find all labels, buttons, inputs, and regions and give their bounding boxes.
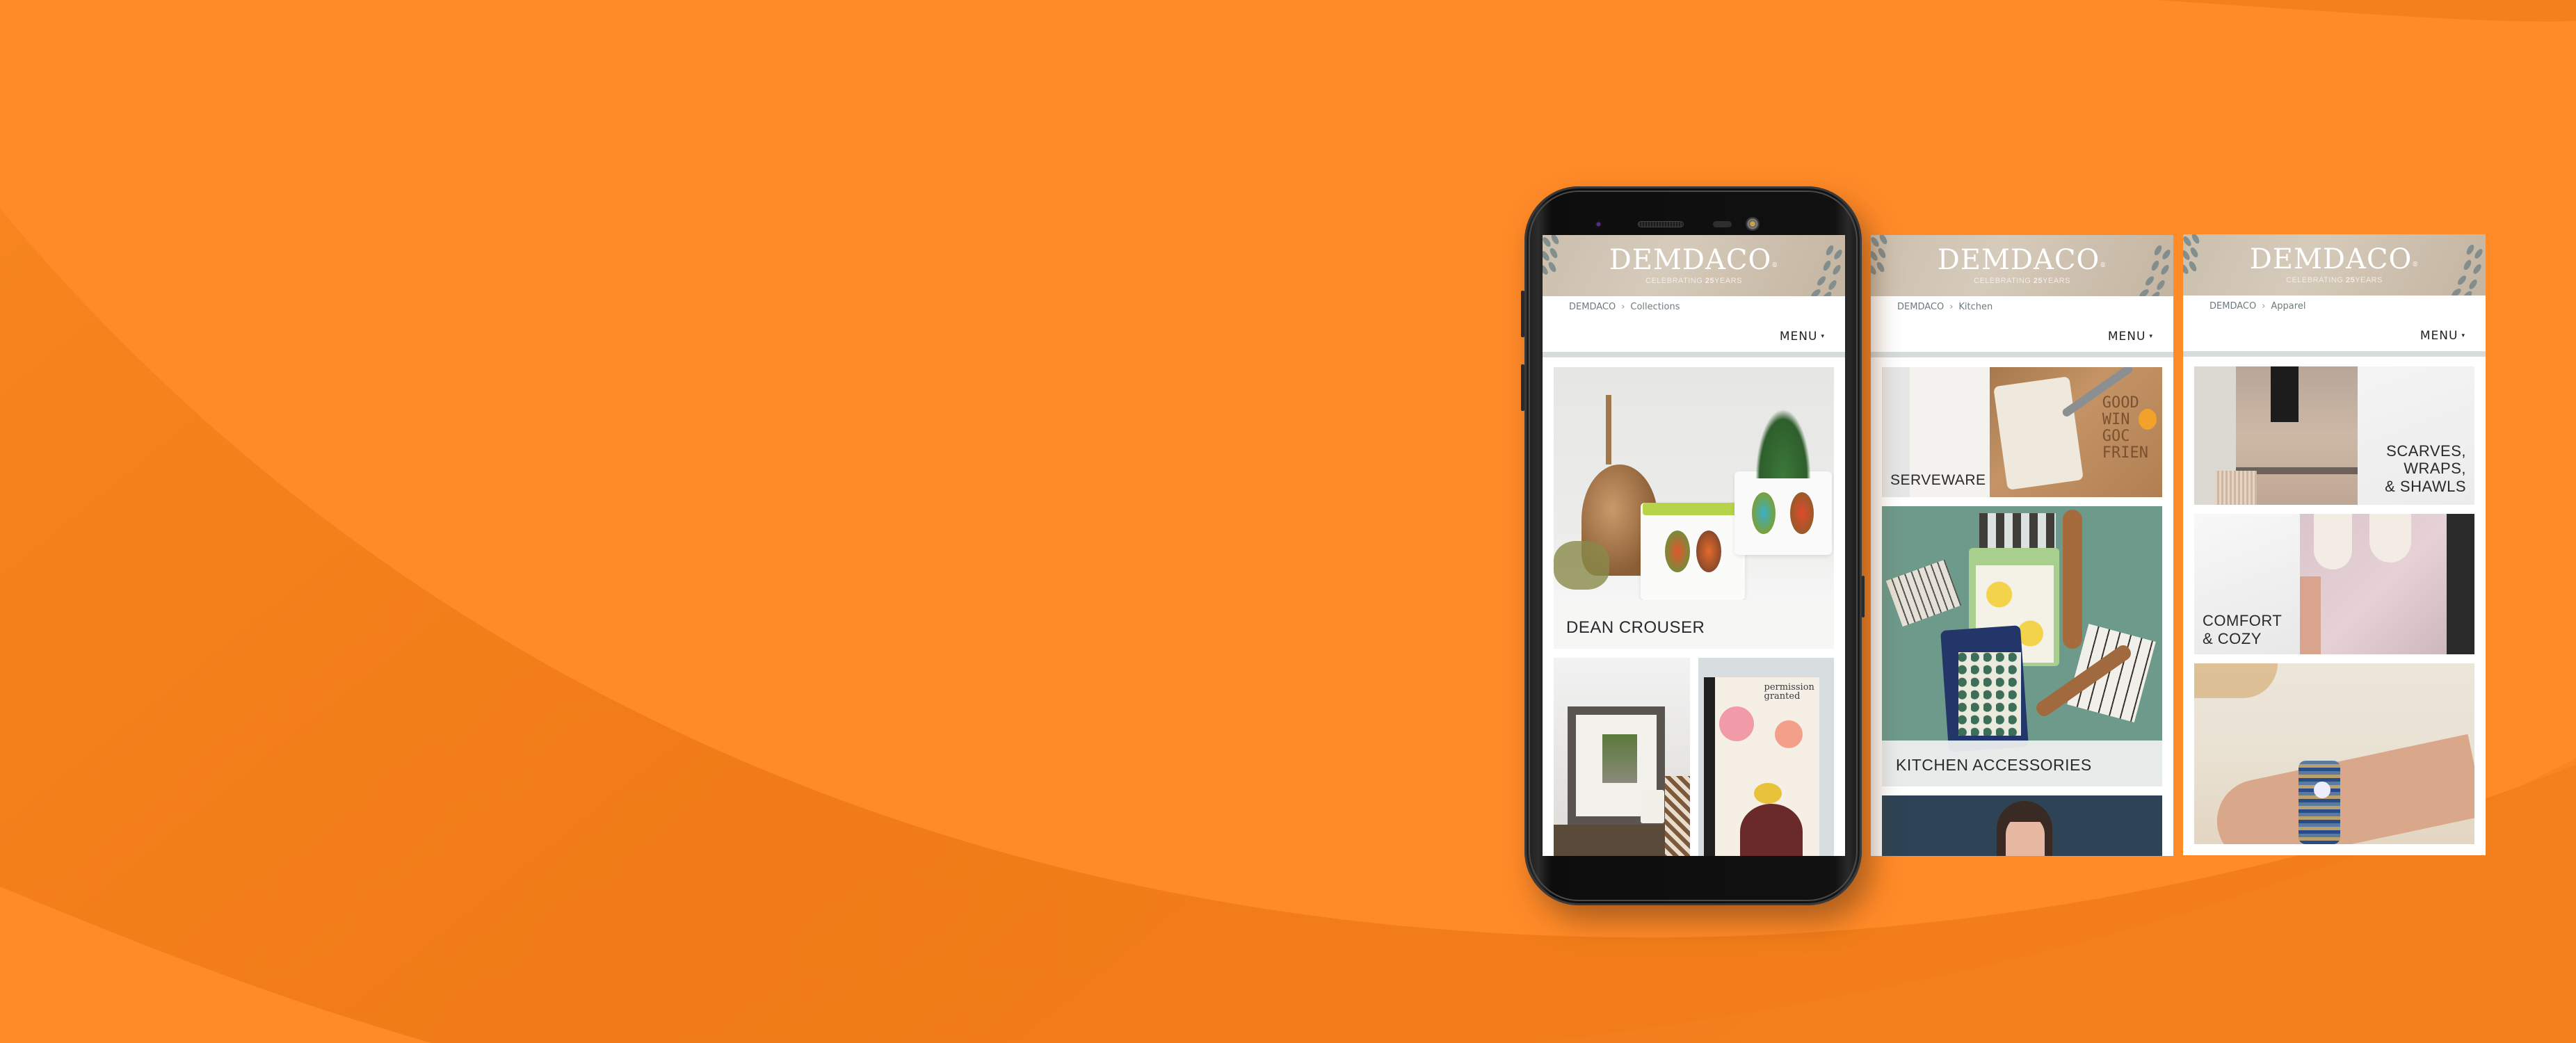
- breadcrumb-home-link[interactable]: DEMDACO: [1897, 302, 1944, 312]
- breadcrumb-current[interactable]: Apparel: [2271, 301, 2305, 312]
- menu-row: MENU ▾: [1543, 316, 1845, 352]
- demdaco-logo[interactable]: DEMDACO®: [1543, 235, 1845, 275]
- camera-icon: [1594, 220, 1603, 229]
- collection-tile-floral-canvas[interactable]: permission granted: [1698, 658, 1834, 856]
- proximity-sensor: [1713, 221, 1732, 227]
- menu-button[interactable]: MENU ▾: [2108, 330, 2153, 343]
- volume-down-button: [1521, 364, 1524, 411]
- demdaco-logo[interactable]: DEMDACO®: [1871, 235, 2173, 275]
- tile-label: KITCHEN ACCESSORIES: [1896, 755, 2092, 774]
- category-tile-portrait[interactable]: [1882, 795, 2162, 856]
- tagline: CELEBRATING 25YEARS: [1645, 277, 1742, 285]
- tile-image-slippers: [2300, 514, 2474, 654]
- chevron-down-icon: ▾: [2149, 333, 2153, 340]
- collection-tile-framed-print[interactable]: [1554, 658, 1690, 856]
- tile-label: SERVEWARE: [1890, 471, 1986, 488]
- chevron-down-icon: ▾: [1821, 333, 1825, 340]
- menu-row: MENU ▾: [1871, 316, 2173, 352]
- category-tile-comfort-cozy[interactable]: COMFORT & COZY: [2194, 514, 2474, 654]
- breadcrumb-home-link[interactable]: DEMDACO: [1569, 302, 1616, 312]
- tile-label: SCARVES, WRAPS, & SHAWLS: [2385, 442, 2466, 495]
- header-divider: [1871, 352, 2173, 357]
- front-camera-icon: [1746, 217, 1760, 231]
- category-tile-kitchen-accessories[interactable]: KITCHEN ACCESSORIES: [1882, 506, 2162, 786]
- phone-screen: DEMDACO® CELEBRATING 25YEARS DEMDACO › Col…: [1543, 235, 1845, 856]
- breadcrumb-separator-icon: ›: [1621, 302, 1625, 312]
- volume-up-button: [1521, 291, 1524, 337]
- leaf-decoration-icon: [1806, 242, 1845, 296]
- category-tile-scarves-wraps-shawls[interactable]: SCARVES, WRAPS, & SHAWLS: [2194, 366, 2474, 505]
- header-divider: [2183, 351, 2486, 357]
- breadcrumb: DEMDACO › Kitchen: [1871, 296, 2173, 316]
- tagline: CELEBRATING 25YEARS: [2286, 276, 2383, 284]
- tile-label: DEAN CROUSER: [1566, 618, 1705, 638]
- breadcrumb-separator-icon: ›: [2262, 301, 2266, 312]
- tile-label: COMFORT & COZY: [2203, 612, 2283, 647]
- smartphone-mockup: DEMDACO® CELEBRATING 25YEARS DEMDACO › Col…: [1521, 186, 1865, 905]
- tagline: CELEBRATING 25YEARS: [1974, 277, 2070, 285]
- tile-image-cutting-board: GOOD WIN GOC FRIEN: [1990, 367, 2162, 497]
- site-header: DEMDACO® CELEBRATING 25YEARS: [2183, 234, 2486, 296]
- leaf-decoration-icon: [1871, 235, 1910, 292]
- leaf-decoration-icon: [2183, 234, 2222, 291]
- category-tile-serveware[interactable]: GOOD WIN GOC FRIEN SERVEWARE: [1882, 367, 2162, 497]
- menu-button[interactable]: MENU ▾: [1780, 330, 1825, 343]
- category-tile-bracelets[interactable]: [2194, 663, 2474, 844]
- site-header: DEMDACO® CELEBRATING 25YEARS: [1871, 235, 2173, 296]
- leaf-decoration-icon: [2134, 242, 2173, 296]
- leaf-decoration-icon: [1543, 235, 1581, 292]
- breadcrumb-separator-icon: ›: [1949, 302, 1954, 312]
- chevron-down-icon: ▾: [2461, 332, 2465, 339]
- site-header: DEMDACO® CELEBRATING 25YEARS: [1543, 235, 1845, 296]
- tile-image-knit-wrap: [2194, 366, 2358, 505]
- power-button: [1862, 576, 1865, 617]
- kitchen-screen-panel: DEMDACO® CELEBRATING 25YEARS DEMDACO › Kit…: [1871, 235, 2173, 856]
- demdaco-logo[interactable]: DEMDACO®: [2183, 234, 2486, 275]
- menu-button[interactable]: MENU ▾: [2420, 329, 2465, 343]
- apparel-screen-panel: DEMDACO® CELEBRATING 25YEARS DEMDACO › App…: [2183, 234, 2486, 855]
- breadcrumb-current[interactable]: Collections: [1630, 302, 1680, 312]
- tile-image-planters: [1554, 367, 1834, 600]
- leaf-decoration-icon: [2447, 241, 2486, 296]
- header-divider: [1543, 352, 1845, 357]
- menu-row: MENU ▾: [2183, 315, 2486, 351]
- breadcrumb: DEMDACO › Collections: [1543, 296, 1845, 316]
- breadcrumb-current[interactable]: Kitchen: [1958, 302, 1993, 312]
- breadcrumb-home-link[interactable]: DEMDACO: [2209, 301, 2256, 312]
- speaker-grille: [1638, 221, 1684, 227]
- breadcrumb: DEMDACO › Apparel: [2183, 296, 2486, 315]
- collection-tile-dean-crouser[interactable]: DEAN CROUSER: [1554, 367, 1834, 649]
